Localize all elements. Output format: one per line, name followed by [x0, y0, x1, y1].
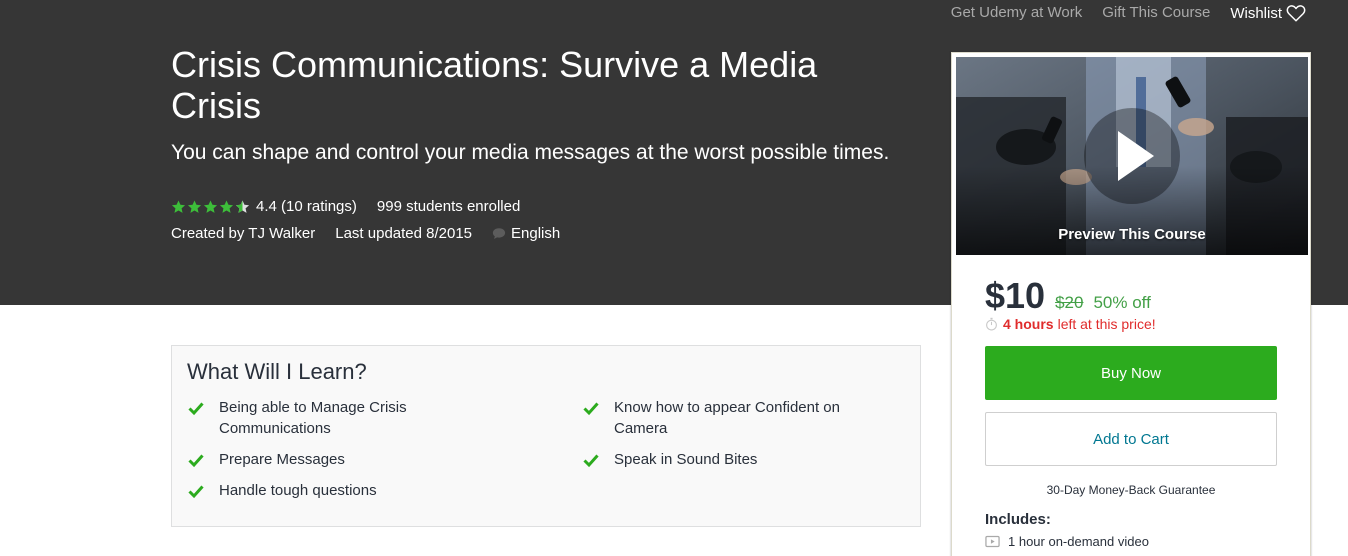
course-subtitle: You can shape and control your media mes… [171, 141, 890, 164]
includes-heading: Includes: [985, 511, 1051, 528]
learn-item: Know how to appear Confident on Camera [583, 397, 854, 439]
learn-item-text: Handle tough questions [219, 482, 377, 499]
wishlist-button[interactable]: Wishlist [1230, 4, 1306, 22]
preview-label: Preview This Course [1058, 226, 1206, 243]
what-will-i-learn: What Will I Learn? Being able to Manage … [171, 345, 921, 527]
last-updated: Last updated 8/2015 [335, 225, 473, 242]
checkmark-icon [188, 485, 204, 499]
timer-hours: 4 hours [1003, 316, 1054, 332]
include-item: 1 hour on-demand video [985, 534, 1149, 549]
money-back-guarantee: 30-Day Money-Back Guarantee [1046, 483, 1216, 497]
star-icon [203, 199, 218, 213]
learn-item-text: Speak in Sound Bites [614, 451, 758, 468]
instructor-link[interactable]: TJ Walker [248, 225, 315, 242]
gift-course-link[interactable]: Gift This Course [1102, 4, 1210, 22]
learn-item-text: Know how to appear Confident on Camera [614, 399, 840, 437]
star-half-icon [235, 199, 250, 213]
star-icon [187, 199, 202, 213]
rating-stars[interactable] [171, 199, 250, 215]
language: English [492, 225, 560, 242]
top-nav: Get Udemy at Work Gift This Course Wishl… [951, 4, 1306, 22]
price-row: $10 $20 50% off [985, 275, 1151, 317]
course-title: Crisis Communications: Survive a Media C… [171, 44, 818, 126]
checkmark-icon [583, 454, 599, 468]
language-label: English [511, 225, 561, 242]
star-icon [171, 199, 186, 213]
original-price: $20 [1055, 293, 1084, 312]
preview-video[interactable]: Preview This Course [956, 57, 1308, 255]
meta-row: Created by TJ Walker Last updated 8/2015… [171, 225, 560, 242]
add-to-cart-button[interactable]: Add to Cart [985, 412, 1277, 466]
created-by: Created by TJ Walker [171, 225, 315, 242]
purchase-card: Preview This Course $10 $20 50% off 4 ho… [951, 52, 1311, 556]
star-icon [219, 199, 234, 213]
learn-item: Being able to Manage Crisis Communicatio… [188, 397, 459, 439]
learn-heading: What Will I Learn? [187, 359, 367, 384]
learn-item-text: Being able to Manage Crisis Communicatio… [219, 399, 407, 437]
rating-row: 4.4 (10 ratings) 999 students enrolled [171, 198, 520, 215]
discount-percent: 50% off [1093, 293, 1151, 312]
learn-item: Prepare Messages [188, 449, 459, 470]
heart-outline-icon [1286, 5, 1306, 22]
learn-item-text: Prepare Messages [219, 451, 345, 468]
enrolled-count: 999 students enrolled [376, 198, 521, 215]
video-icon [985, 535, 1000, 548]
current-price: $10 [985, 275, 1046, 316]
get-udemy-at-work-link[interactable]: Get Udemy at Work [951, 4, 1082, 22]
checkmark-icon [188, 402, 204, 416]
buy-now-button[interactable]: Buy Now [985, 346, 1277, 400]
speech-bubble-icon [492, 228, 506, 240]
wishlist-label: Wishlist [1230, 4, 1282, 22]
include-item-text: 1 hour on-demand video [1008, 534, 1149, 549]
price-timer: 4 hours left at this price! [985, 316, 1156, 332]
timer-suffix: left at this price! [1057, 316, 1156, 332]
created-by-label: Created by [171, 225, 249, 242]
stopwatch-icon [986, 317, 997, 331]
checkmark-icon [188, 454, 204, 468]
checkmark-icon [583, 402, 599, 416]
learn-item: Speak in Sound Bites [583, 449, 854, 470]
rating-text: 4.4 (10 ratings) [256, 198, 357, 215]
learn-item: Handle tough questions [188, 480, 459, 501]
